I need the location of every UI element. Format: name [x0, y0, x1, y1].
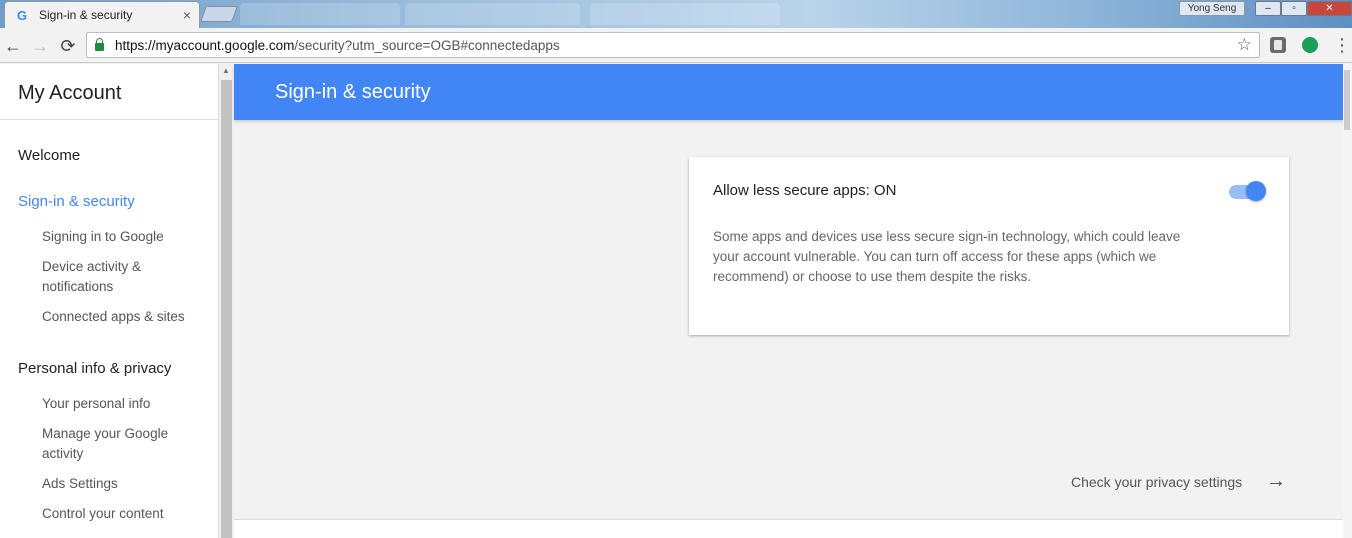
sidebar-nav: My Account Welcome Sign-in & security Si… — [0, 64, 218, 538]
divider — [0, 119, 218, 120]
sidebar-scrollbar[interactable]: ▲ — [218, 64, 234, 538]
profile-button[interactable]: Yong Seng — [1179, 1, 1245, 16]
background-tab[interactable] — [240, 3, 400, 25]
page-header: Sign-in & security — [234, 64, 1343, 120]
card-title: Allow less secure apps: ON — [713, 182, 897, 199]
sidebar-item-device-activity[interactable]: Device activity & notifications — [42, 257, 202, 297]
url-path: /security?utm_source=OGB#connectedapps — [294, 37, 560, 53]
tab-title: Sign-in & security — [39, 8, 133, 22]
forward-arrow-icon[interactable]: → — [29, 35, 51, 57]
page-title: Sign-in & security — [275, 81, 431, 103]
sidebar-title[interactable]: My Account — [18, 82, 121, 105]
toggle-knob — [1246, 181, 1266, 201]
minimize-button[interactable]: – — [1255, 1, 1281, 16]
lock-icon — [95, 38, 104, 51]
sidebar-item-sign-in-security[interactable]: Sign-in & security — [18, 193, 135, 210]
arrow-right-icon[interactable]: → — [1266, 470, 1286, 493]
page-scrollbar-thumb[interactable] — [1344, 70, 1350, 130]
reload-icon[interactable]: ⟳ — [57, 35, 79, 57]
scrollbar-thumb[interactable] — [221, 80, 232, 538]
card-description: Some apps and devices use less secure si… — [713, 229, 1181, 284]
url-host: https://myaccount.google.com — [115, 37, 295, 53]
less-secure-apps-card: Allow less secure apps: ON Some apps and… — [689, 157, 1289, 335]
browser-toolbar: ← → ⟳ https://myaccount.google.com/secur… — [0, 28, 1352, 63]
hangouts-extension-icon[interactable] — [1302, 37, 1318, 53]
background-tab[interactable] — [405, 3, 580, 25]
sidebar-item-signing-in-to-google[interactable]: Signing in to Google — [42, 227, 202, 247]
close-window-button[interactable]: ✕ — [1307, 1, 1352, 16]
google-favicon-icon: G — [17, 7, 28, 23]
browser-menu-icon[interactable]: ⋮ — [1333, 34, 1351, 56]
extension-icon[interactable] — [1270, 37, 1286, 53]
next-section — [234, 520, 1343, 538]
tab-close-icon[interactable]: × — [183, 7, 191, 23]
maximize-button[interactable]: ▫ — [1281, 1, 1307, 16]
page-scrollbar[interactable] — [1343, 64, 1352, 538]
sidebar-item-control-your-content[interactable]: Control your content — [42, 504, 202, 524]
bookmark-star-icon[interactable]: ☆ — [1237, 35, 1252, 55]
sidebar-item-personal-info-privacy[interactable]: Personal info & privacy — [18, 360, 171, 377]
address-bar[interactable]: https://myaccount.google.com/security?ut… — [86, 32, 1260, 58]
sidebar-item-ads-settings[interactable]: Ads Settings — [42, 474, 202, 494]
new-tab-button[interactable] — [200, 6, 238, 22]
scroll-up-arrow-icon[interactable]: ▲ — [222, 66, 230, 75]
background-tab[interactable] — [590, 3, 780, 25]
tab-sign-in-security[interactable]: G Sign-in & security × — [4, 1, 200, 28]
sidebar-item-connected-apps[interactable]: Connected apps & sites — [42, 307, 202, 327]
sidebar-item-your-personal-info[interactable]: Your personal info — [42, 394, 202, 414]
sidebar-item-manage-google-activity[interactable]: Manage your Google activity — [42, 424, 202, 464]
window-title-bar: G Sign-in & security × Yong Seng – ▫ ✕ — [0, 0, 1352, 28]
url-text[interactable]: https://myaccount.google.com/security?ut… — [115, 38, 560, 53]
check-privacy-settings-link[interactable]: Check your privacy settings — [1071, 474, 1242, 490]
sidebar-item-welcome[interactable]: Welcome — [18, 147, 80, 164]
less-secure-apps-toggle[interactable] — [1229, 180, 1267, 202]
back-arrow-icon[interactable]: ← — [2, 35, 24, 57]
